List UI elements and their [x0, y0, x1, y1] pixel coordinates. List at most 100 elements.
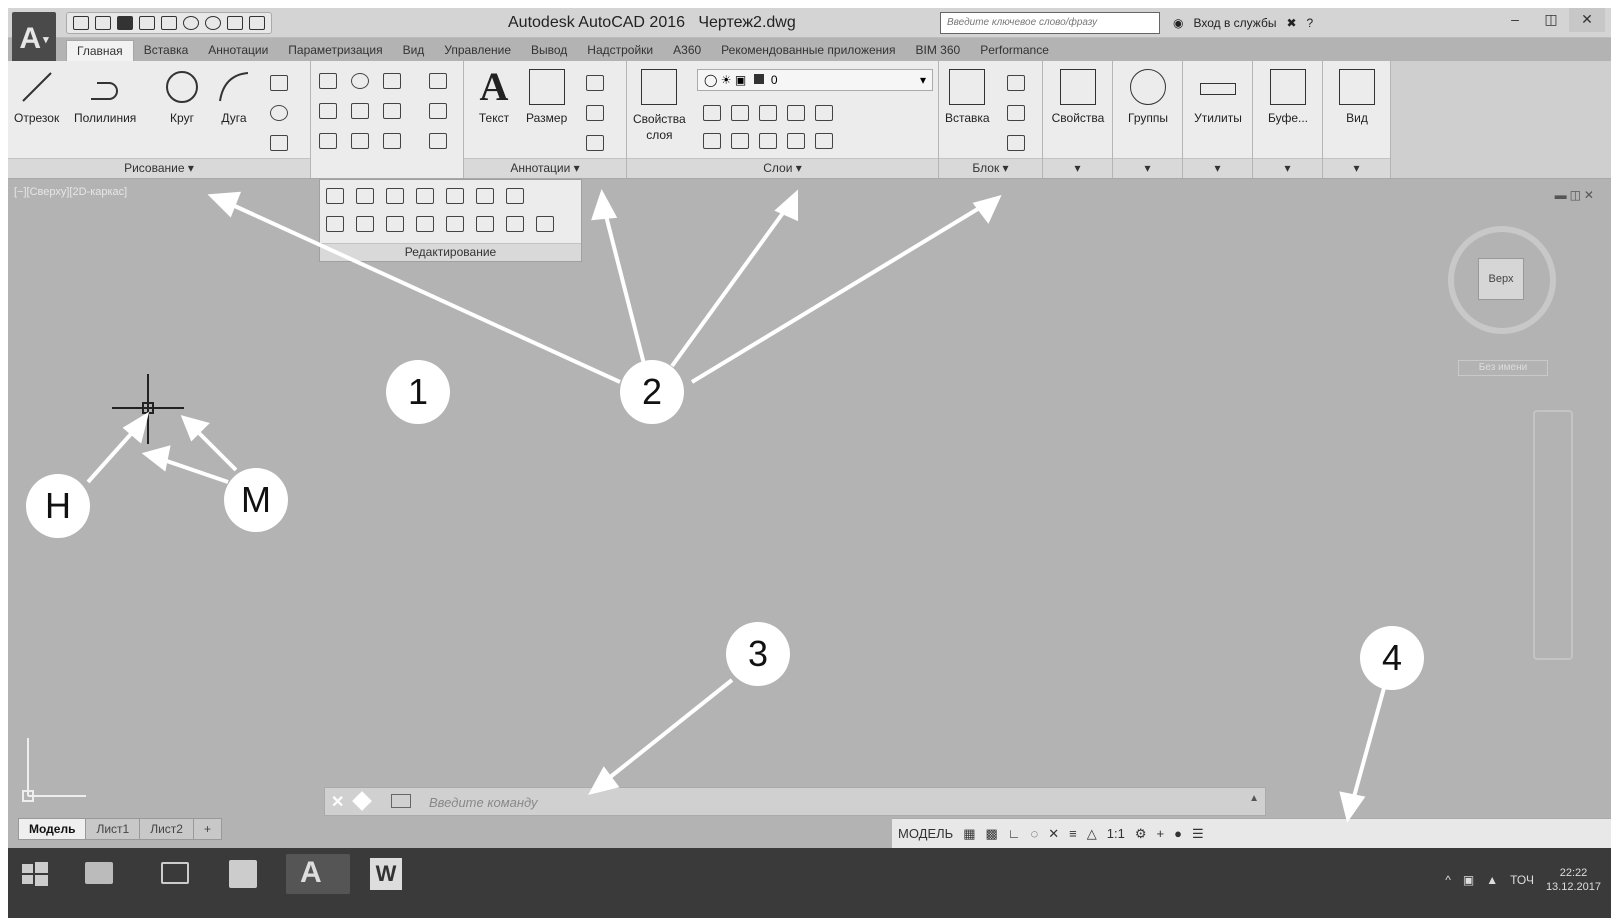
panel-utilities[interactable]: Утилиты ▾	[1183, 61, 1253, 178]
lineweight-icon[interactable]: ≡	[1069, 826, 1077, 841]
tab-manage[interactable]: Управление	[434, 40, 521, 62]
tab-output[interactable]: Вывод	[521, 40, 577, 62]
close-icon[interactable]: ✕	[1569, 8, 1605, 32]
tab-layout1[interactable]: Лист1	[85, 818, 141, 840]
modify-tool-icon[interactable]	[326, 216, 344, 232]
close-icon[interactable]: ✕	[331, 792, 344, 812]
photos-icon[interactable]	[148, 854, 202, 894]
new-file-icon[interactable]	[73, 16, 89, 30]
erase-icon[interactable]	[429, 73, 447, 89]
match-properties-icon[interactable]	[227, 16, 243, 30]
attribute-icon[interactable]	[1007, 135, 1025, 151]
save-icon[interactable]	[117, 16, 133, 30]
trim-icon[interactable]	[383, 73, 401, 89]
rectangle-icon[interactable]	[270, 75, 288, 91]
osnap-icon[interactable]: ✕	[1048, 826, 1059, 842]
navigation-bar[interactable]	[1533, 410, 1573, 660]
modify-tool-icon[interactable]	[506, 216, 524, 232]
modify-tool-icon[interactable]	[476, 188, 494, 204]
tab-a360[interactable]: A360	[663, 40, 711, 62]
maximize-icon[interactable]: ◫	[1533, 8, 1569, 32]
layer-tool-icon[interactable]	[703, 133, 721, 149]
tab-addins[interactable]: Надстройки	[577, 40, 663, 62]
layer-tool-icon[interactable]	[787, 133, 805, 149]
move-icon[interactable]	[319, 73, 337, 89]
hatch-icon[interactable]	[270, 135, 288, 151]
word-icon[interactable]: W	[358, 854, 412, 894]
layer-properties-tool[interactable]: Свойства слоя	[633, 69, 686, 143]
modify-tool-icon[interactable]	[386, 188, 404, 204]
panel-view-expand[interactable]: ▾	[1323, 158, 1390, 178]
tray-arrow-icon[interactable]: ^	[1445, 873, 1451, 887]
tab-bim360[interactable]: BIM 360	[906, 40, 971, 62]
minimize-icon[interactable]: –	[1497, 8, 1533, 32]
application-menu-button[interactable]: A ▾	[12, 12, 56, 66]
panel-properties[interactable]: Свойства ▾	[1043, 61, 1113, 178]
signin-button[interactable]: Вход в службы	[1193, 16, 1276, 30]
polyline-tool[interactable]: Полилиния	[74, 69, 136, 125]
modify-tool-icon[interactable]	[386, 216, 404, 232]
polar-icon[interactable]: ◌	[1031, 826, 1039, 841]
panel-view[interactable]: Вид ▾	[1323, 61, 1391, 178]
file-explorer-icon[interactable]	[72, 854, 126, 894]
command-line[interactable]: ✕ Введите команду ▲	[324, 787, 1266, 816]
help-button[interactable]: ?	[1307, 16, 1314, 30]
tab-parametric[interactable]: Параметризация	[278, 40, 392, 62]
arc-tool[interactable]: Дуга	[216, 69, 252, 125]
panel-groups[interactable]: Группы ▾	[1113, 61, 1183, 178]
modify-tool-icon[interactable]	[416, 216, 434, 232]
tab-featured-apps[interactable]: Рекомендованные приложения	[711, 40, 905, 62]
modify-tool-icon[interactable]	[476, 216, 494, 232]
panel-layers-title[interactable]: Слои ▾	[627, 158, 938, 178]
isolate-icon[interactable]: ●	[1174, 826, 1182, 841]
layer-tool-icon[interactable]	[787, 105, 805, 121]
copy-icon[interactable]	[319, 103, 337, 119]
tab-layout2[interactable]: Лист2	[139, 818, 194, 840]
modify-tool-icon[interactable]	[446, 216, 464, 232]
dimension-tool[interactable]: Размер	[526, 69, 567, 125]
modify-tool-icon[interactable]	[326, 188, 344, 204]
modify-tool-icon[interactable]	[356, 216, 374, 232]
text-tool[interactable]: A Текст	[476, 67, 512, 126]
mirror-icon[interactable]	[351, 103, 369, 119]
plus-icon[interactable]: +	[1157, 826, 1165, 841]
input-language[interactable]: ТОЧ	[1510, 873, 1534, 887]
panel-draw-title[interactable]: Рисование ▾	[8, 158, 310, 178]
model-space-button[interactable]: МОДЕЛЬ	[898, 826, 953, 841]
panel-properties-expand[interactable]: ▾	[1043, 158, 1112, 178]
properties-tool[interactable]: Свойства	[1047, 69, 1109, 125]
panel-clipboard-expand[interactable]: ▾	[1253, 158, 1322, 178]
network-icon[interactable]: ▣	[1463, 873, 1474, 887]
workspace-icon[interactable]	[249, 16, 265, 30]
binoculars-icon[interactable]: ◉	[1173, 16, 1183, 30]
panel-block-title[interactable]: Блок ▾	[939, 158, 1042, 178]
tab-view[interactable]: Вид	[393, 40, 435, 62]
insert-block-tool[interactable]: Вставка	[945, 69, 990, 125]
clock[interactable]: 22:22 13.12.2017	[1546, 866, 1601, 894]
panel-utilities-expand[interactable]: ▾	[1183, 158, 1252, 178]
pdf-reader-icon[interactable]	[216, 854, 270, 894]
stretch-icon[interactable]	[319, 133, 337, 149]
modify-tool-icon[interactable]	[416, 188, 434, 204]
windows-start-icon[interactable]	[14, 854, 58, 894]
tab-home[interactable]: Главная	[66, 40, 134, 62]
volume-icon[interactable]: ▲	[1486, 873, 1498, 887]
create-block-icon[interactable]	[1007, 75, 1025, 91]
panel-groups-expand[interactable]: ▾	[1113, 158, 1182, 178]
ortho-icon[interactable]: ∟	[1008, 826, 1021, 841]
add-layout-button[interactable]: +	[192, 818, 222, 840]
groups-tool[interactable]: Группы	[1117, 69, 1179, 125]
clipboard-tool[interactable]: Буфе...	[1257, 69, 1319, 125]
scale-icon[interactable]	[351, 133, 369, 149]
command-input[interactable]: Введите команду	[429, 795, 538, 810]
layer-tool-icon[interactable]	[815, 133, 833, 149]
circle-tool[interactable]: Круг	[164, 69, 200, 125]
save-as-icon[interactable]	[139, 16, 155, 30]
layer-tool-icon[interactable]	[815, 105, 833, 121]
snap-icon[interactable]: ▩	[986, 826, 998, 842]
array-icon[interactable]	[383, 133, 401, 149]
line-tool[interactable]: Отрезок	[14, 69, 59, 125]
tab-annotate[interactable]: Аннотации	[198, 40, 278, 62]
linear-dim-icon[interactable]	[586, 75, 604, 91]
layer-tool-icon[interactable]	[731, 133, 749, 149]
